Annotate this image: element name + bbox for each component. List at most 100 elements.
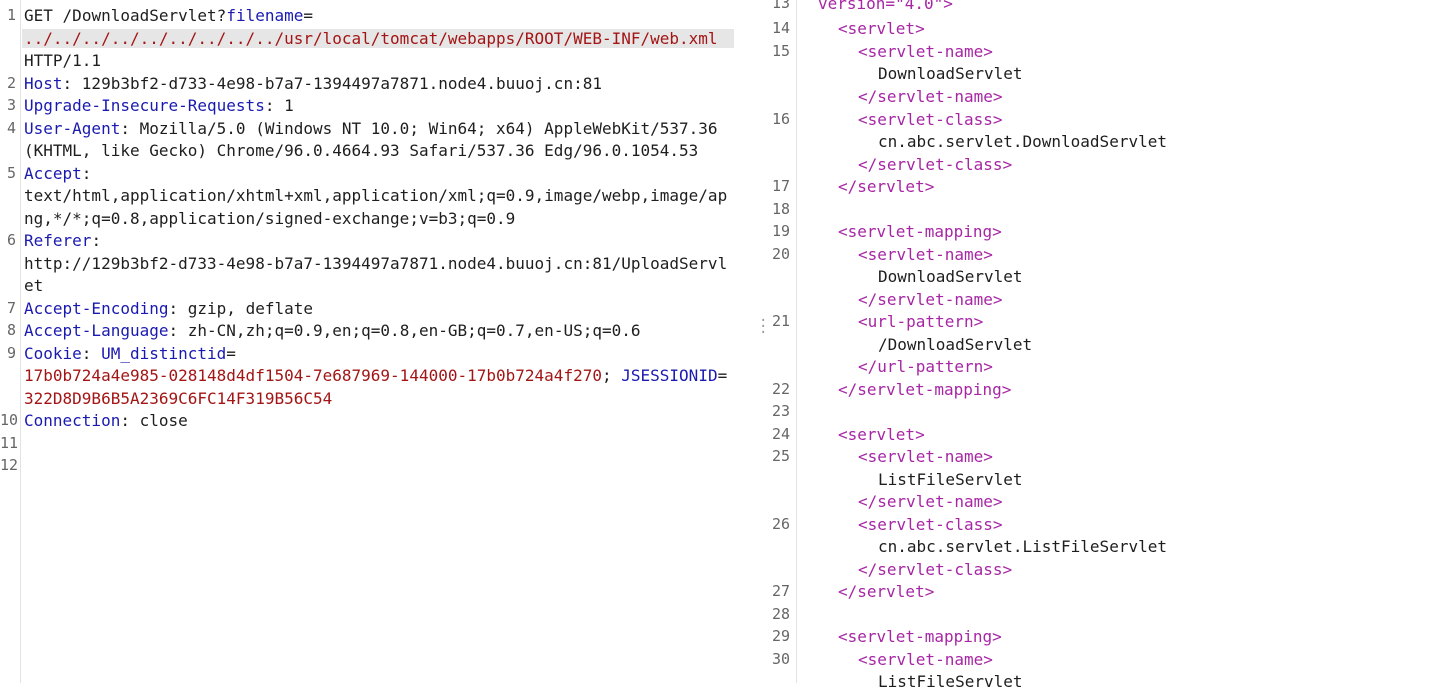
line-number: 3 <box>6 96 16 114</box>
xml-text: ListFileServlet <box>878 470 1023 489</box>
header-key: Connection <box>24 411 121 430</box>
http-method: GET <box>24 6 53 25</box>
header-value-cont: http://129b3bf2-d733-4e98-b7a7-1394497a7… <box>24 254 728 273</box>
header-key: Host <box>24 74 63 93</box>
line-number: 27 <box>771 582 790 600</box>
header-key: User-Agent <box>24 119 121 138</box>
line-number: 24 <box>771 425 790 443</box>
line-number: 10 <box>0 411 19 429</box>
line-number: 9 <box>6 344 16 362</box>
line-number: 29 <box>771 627 790 645</box>
line-number: 25 <box>771 447 790 465</box>
header-value: Mozilla/5.0 (Windows NT 10.0; Win64; x64… <box>139 119 718 138</box>
line-number: 6 <box>6 231 16 249</box>
xml-tag: <servlet-class> <box>858 515 1003 534</box>
header-accept-encoding[interactable]: Accept-Encoding: gzip, deflate <box>24 299 313 318</box>
cookie-name: JSESSIONID <box>621 366 718 385</box>
header-referer[interactable]: Referer: <box>24 231 101 250</box>
line-number: 20 <box>771 245 790 263</box>
xml-text: ListFileServlet <box>878 672 1023 691</box>
xml-tag: </servlet-mapping> <box>838 380 1012 399</box>
xml-tag: <servlet> <box>838 19 925 38</box>
request-path: /DownloadServlet? <box>62 6 227 25</box>
xml-text: cn.abc.servlet.DownloadServlet <box>878 132 1167 151</box>
request-gutter <box>20 0 21 683</box>
cookie-value: 17b0b724a4e985-028148d4df1504-7e687969-1… <box>24 366 602 385</box>
response-gutter <box>796 0 797 683</box>
line-number: 18 <box>771 200 790 218</box>
header-value-cont: ng,*/*;q=0.8,application/signed-exchange… <box>24 209 516 228</box>
param-name: filename <box>226 6 304 25</box>
cookie-line: 17b0b724a4e985-028148d4df1504-7e687969-1… <box>24 366 728 385</box>
http-editor: 1 GET /DownloadServlet?filename= ../../.… <box>0 0 1430 691</box>
line-number: 22 <box>771 380 790 398</box>
xml-tag: <servlet-name> <box>858 447 993 466</box>
header-value-cont: (KHTML, like Gecko) Chrome/96.0.4664.93 … <box>24 141 699 160</box>
header-key: Referer <box>24 231 92 250</box>
xml-tag: </url-pattern> <box>858 357 993 376</box>
xml-text: DownloadServlet <box>878 64 1023 83</box>
line-number: 28 <box>771 605 790 623</box>
xml-tag: <servlet-name> <box>858 245 993 264</box>
xml-tag: </servlet-class> <box>858 155 1013 174</box>
line-number: 14 <box>771 19 790 37</box>
header-value: 1 <box>284 96 294 115</box>
http-protocol: HTTP/1.1 <box>24 51 102 70</box>
line-number: 26 <box>771 515 790 533</box>
line-number: 8 <box>6 321 16 339</box>
xml-tag: <servlet-mapping> <box>838 222 1002 241</box>
line-number: 5 <box>6 164 16 182</box>
xml-tag: <servlet-class> <box>858 110 1003 129</box>
header-connection[interactable]: Connection: close <box>24 411 188 430</box>
header-accept[interactable]: Accept: <box>24 164 91 183</box>
header-value: zh-CN,zh;q=0.9,en;q=0.8,en-GB;q=0.7,en-U… <box>187 321 641 340</box>
request-pane[interactable]: 1 GET /DownloadServlet?filename= ../../.… <box>0 0 760 683</box>
xml-tag: </servlet-name> <box>858 492 1003 511</box>
param-value: ../../../../../../../../../usr/local/tom… <box>22 29 734 48</box>
xml-tag: <servlet-mapping> <box>838 627 1002 646</box>
param-eq: = <box>303 6 314 25</box>
line-number: 7 <box>6 299 16 317</box>
line-number: 30 <box>771 650 790 668</box>
line-number: 16 <box>771 110 790 128</box>
xml-tag: </servlet-name> <box>858 87 1003 106</box>
line-number: 12 <box>0 456 19 474</box>
xml-tag: </servlet> <box>838 582 935 601</box>
param-value-line[interactable]: ../../../../../../../../../usr/local/tom… <box>22 29 734 48</box>
header-value: gzip, deflate <box>187 299 313 318</box>
line-number: 11 <box>0 434 19 452</box>
drag-handle-icon[interactable]: · · · <box>759 314 767 340</box>
line-number: 2 <box>6 74 16 92</box>
xml-tag: <servlet> <box>838 425 925 444</box>
header-value-cont: text/html,application/xhtml+xml,applicat… <box>24 186 728 205</box>
line-number: 23 <box>771 402 790 420</box>
request-line[interactable]: GET /DownloadServlet?filename= <box>24 6 313 25</box>
header-key: Upgrade-Insecure-Requests <box>24 96 265 115</box>
cookie-separator: ; <box>601 366 612 385</box>
line-number: 21 <box>771 312 790 330</box>
line-number: 19 <box>771 222 790 240</box>
xml-tag: <url-pattern> <box>858 312 984 331</box>
header-key: Accept-Language <box>24 321 169 340</box>
header-host[interactable]: Host: 129b3bf2-d733-4e98-b7a7-1394497a78… <box>24 74 602 93</box>
cookie-value: 322D8D9B6B5A2369C6FC14F319B56C54 <box>24 389 333 408</box>
xml-tag: <servlet-name> <box>858 650 993 669</box>
line-number: 15 <box>771 42 790 60</box>
line-number: 4 <box>6 119 16 137</box>
line-number: 13 <box>771 0 790 12</box>
header-key: Cookie <box>24 344 82 363</box>
header-accept-language[interactable]: Accept-Language: zh-CN,zh;q=0.9,en;q=0.8… <box>24 321 641 340</box>
xml-tag: </servlet-name> <box>858 290 1003 309</box>
header-cookie[interactable]: Cookie: UM_distinctid= <box>24 344 236 363</box>
xml-tag: <servlet-name> <box>858 42 993 61</box>
xml-attr-partial: version="4.0"> <box>818 0 953 13</box>
xml-tag: </servlet-class> <box>858 560 1013 579</box>
header-value-cont: et <box>24 276 44 295</box>
header-user-agent[interactable]: User-Agent: Mozilla/5.0 (Windows NT 10.0… <box>24 119 718 138</box>
header-value: close <box>139 411 188 430</box>
xml-text: /DownloadServlet <box>878 335 1033 354</box>
line-number: 17 <box>771 177 790 195</box>
line-number: 1 <box>6 6 16 24</box>
xml-tag: </servlet> <box>838 177 935 196</box>
header-upgrade-insecure[interactable]: Upgrade-Insecure-Requests: 1 <box>24 96 294 115</box>
